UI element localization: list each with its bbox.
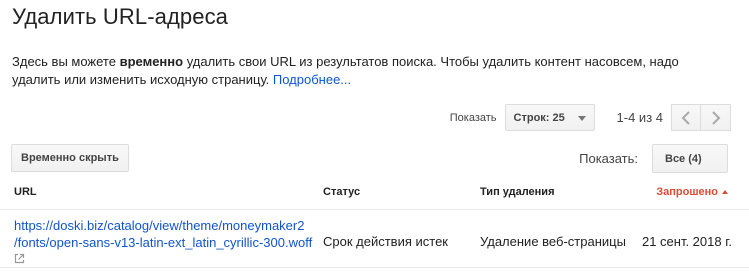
rows-per-page-value: Строк: 25: [513, 111, 565, 124]
url-cell: https://doski.biz/catalog/view/theme/mon…: [14, 217, 324, 264]
chevron-right-icon: [711, 110, 720, 125]
rows-per-page-select[interactable]: Строк: 25: [504, 104, 595, 131]
pagination-bar: Показать Строк: 25 1-4 из 4: [450, 104, 731, 131]
requested-date-cell: 21 сент. 2018 г.: [641, 234, 732, 249]
previous-page-button[interactable]: [671, 104, 701, 131]
filter-value: Все (4): [665, 152, 702, 165]
page-range: 1-4 из 4: [616, 110, 663, 125]
filter-select[interactable]: Все (4): [652, 144, 728, 173]
column-header-type[interactable]: Тип удаления: [480, 186, 555, 198]
url-line-2: /fonts/open-sans-v13-latin-ext_latin_cyr…: [14, 235, 313, 250]
filter-label: Показать:: [579, 151, 638, 166]
status-cell: Срок действия истек: [323, 234, 448, 249]
next-page-button[interactable]: [701, 104, 731, 131]
column-header-status[interactable]: Статус: [323, 186, 360, 198]
description-bold-text: временно: [119, 54, 184, 69]
learn-more-link[interactable]: Подробнее...: [273, 72, 351, 87]
column-header-requested-label: Запрошено: [656, 186, 718, 198]
page-title: Удалить URL-адреса: [12, 4, 229, 29]
filter-bar: Показать: Все (4): [579, 144, 728, 173]
temporarily-hide-button[interactable]: Временно скрыть: [11, 144, 129, 172]
page-description: Здесь вы можете временно удалить свои UR…: [12, 53, 702, 89]
column-header-requested[interactable]: Запрошено: [656, 186, 728, 198]
sort-ascending-icon: [722, 190, 728, 194]
chevron-left-icon: [681, 110, 690, 125]
url-line-1: https://doski.biz/catalog/view/theme/mon…: [14, 218, 305, 233]
header-divider: [0, 209, 749, 210]
row-divider: [0, 267, 749, 268]
description-text: Здесь вы можете: [12, 54, 120, 69]
dropdown-caret-icon: [577, 116, 586, 121]
url-link[interactable]: https://doski.biz/catalog/view/theme/mon…: [14, 217, 324, 251]
rows-label: Показать: [449, 111, 497, 124]
column-header-url[interactable]: URL: [14, 186, 37, 198]
external-link-icon[interactable]: [14, 253, 25, 264]
removal-type-cell: Удаление веб-страницы: [480, 234, 626, 249]
